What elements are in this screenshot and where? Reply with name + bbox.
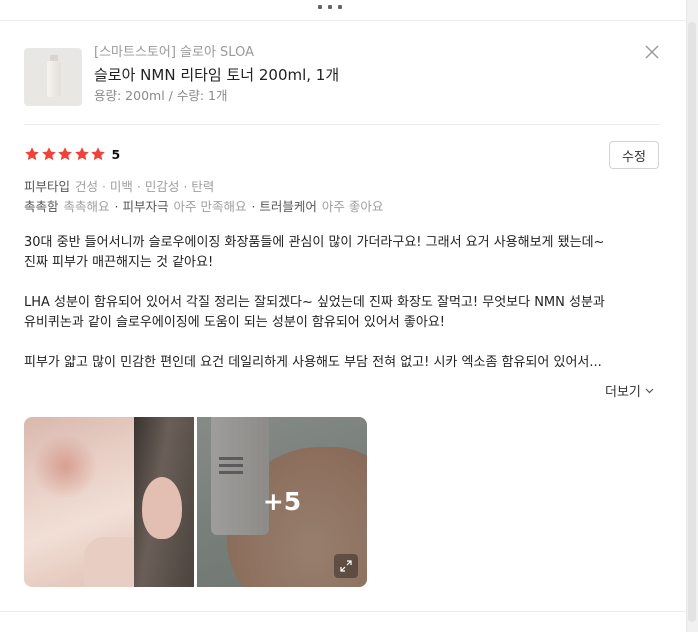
star-icon [41, 147, 56, 161]
expand-button[interactable] [334, 554, 358, 578]
scrollbar[interactable] [686, 0, 698, 632]
bottle-shape [47, 61, 61, 97]
review-photo-1[interactable] [24, 417, 194, 587]
store-name[interactable]: [스마트스토어] 슬로아 SLOA [94, 44, 339, 62]
rating-score: 5 [111, 146, 121, 162]
product-meta: [스마트스토어] 슬로아 SLOA 슬로아 NMN 리타임 토너 200ml, … [94, 44, 339, 105]
more-label: 더보기 [605, 385, 641, 400]
review-line: 30대 중반 들어서니까 슬로우에이징 화장품들에 관심이 많이 가더라구요! … [24, 235, 605, 250]
expand-icon [340, 560, 352, 572]
chevron-down-icon [645, 388, 654, 393]
review-paragraph: 30대 중반 들어서니까 슬로우에이징 화장품들에 관심이 많이 가더라구요! … [24, 233, 664, 273]
attribute-key: · 피부자극 [114, 199, 169, 214]
star-icon [58, 147, 72, 161]
attribute-value: 건성 · 미백 · 민감성 · 탄력 [75, 179, 215, 194]
review-paragraph: 피부가 얇고 많이 민감한 편인데 요건 데일리하게 사용해도 부담 전혀 없고… [24, 353, 664, 373]
close-button[interactable] [644, 44, 660, 60]
star-rating [24, 146, 107, 162]
review-photo-2[interactable]: +5 [197, 417, 367, 587]
more-button[interactable]: 더보기 [605, 381, 654, 400]
attribute-key: · 트러블케어 [251, 199, 317, 214]
previous-item-strip [0, 0, 686, 21]
review-paragraph: LHA 성분이 함유되어 있어서 각질 정리는 잘되겠다~ 싶었는데 진짜 화장… [24, 293, 664, 333]
divider [0, 611, 686, 612]
product-thumbnail[interactable] [24, 48, 82, 106]
review-photos: +5 [24, 417, 367, 587]
attribute-key: 피부타입 [24, 179, 71, 194]
review-page: [스마트스토어] 슬로아 SLOA 슬로아 NMN 리타임 토너 200ml, … [0, 0, 698, 632]
attribute-value: 아주 좋아요 [321, 199, 384, 214]
product-summary: [스마트스토어] 슬로아 SLOA 슬로아 NMN 리타임 토너 200ml, … [24, 44, 664, 108]
close-icon [645, 45, 659, 59]
review-line: 피부가 얇고 많이 민감한 편인데 요건 데일리하게 사용해도 부담 전혀 없고… [24, 355, 602, 370]
previous-item-fragment [318, 0, 354, 9]
star-icon [25, 147, 39, 161]
review-body: 30대 중반 들어서니까 슬로우에이징 화장품들에 관심이 많이 가더라구요! … [24, 233, 664, 373]
star-icon [91, 147, 105, 161]
review-attributes: 피부타입 건성 · 미백 · 민감성 · 탄력촉촉함 촉촉해요 · 피부자극 아주 만족… [24, 177, 383, 217]
attribute-value: 아주 만족해요 [173, 199, 247, 214]
cheek-shape [30, 437, 100, 497]
scrollbar-thumb[interactable] [688, 22, 696, 622]
review-line: 유비퀴논과 같이 슬로우에이징에 도움이 되는 성분이 함유되어 있어서 좋아요… [24, 315, 445, 330]
product-name[interactable]: 슬로아 NMN 리타임 토너 200ml, 1개 [94, 65, 339, 85]
product-option: 용량: 200ml / 수량: 1개 [94, 88, 228, 103]
edit-button[interactable]: 수정 [609, 141, 659, 169]
rating: 5 [24, 144, 120, 164]
attribute-row: 촉촉함 촉촉해요 · 피부자극 아주 만족해요 · 트러블케어 아주 좋아요 [24, 197, 383, 217]
review-line: LHA 성분이 함유되어 있어서 각질 정리는 잘되겠다~ 싶었는데 진짜 화장… [24, 295, 605, 310]
attribute-key: 촉촉함 [24, 199, 59, 214]
review-line: 진짜 피부가 매끈해지는 것 같아요! [24, 255, 214, 270]
attribute-value: 촉촉해요 [63, 199, 110, 214]
star-icon [74, 147, 89, 161]
divider [24, 124, 660, 125]
ear-shape [142, 477, 182, 539]
attribute-row: 피부타입 건성 · 미백 · 민감성 · 탄력 [24, 177, 383, 197]
extra-photo-count: +5 [262, 487, 302, 516]
